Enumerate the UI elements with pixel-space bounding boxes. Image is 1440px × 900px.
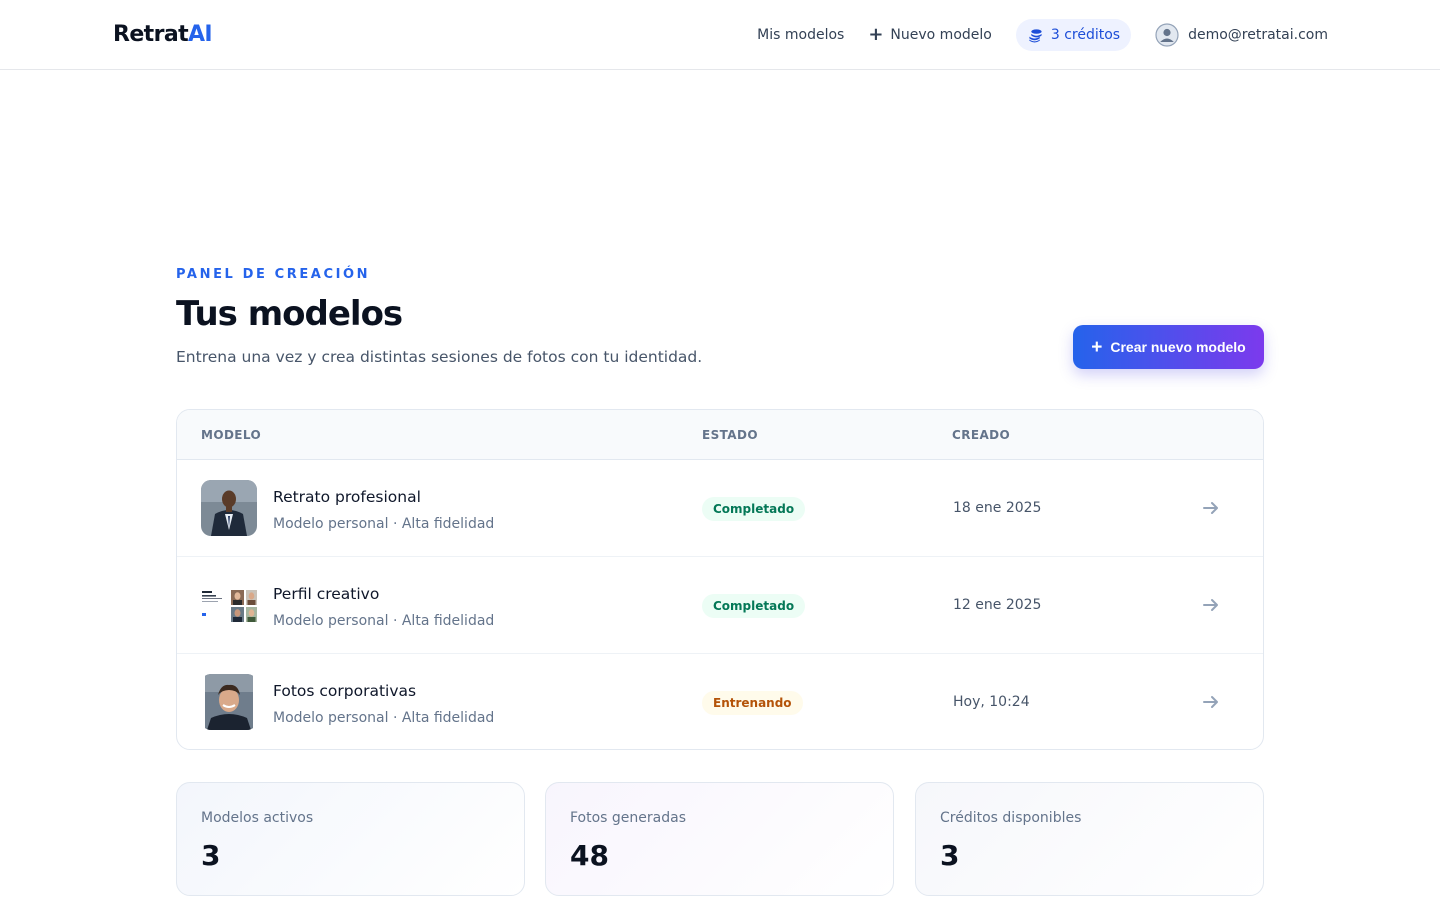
- model-name[interactable]: Retrato profesional: [273, 488, 421, 506]
- nav-mis-modelos[interactable]: Mis modelos: [757, 27, 844, 43]
- model-name[interactable]: Fotos corporativas: [273, 682, 416, 700]
- table-row[interactable]: Retrato profesional Modelo personal · Al…: [177, 460, 1263, 557]
- stat-label: Modelos activos: [201, 810, 314, 826]
- top-nav: Mis modelos + Nuevo modelo 3 créditos dem…: [757, 18, 1328, 52]
- model-thumbnail: [201, 480, 257, 536]
- model-name[interactable]: Perfil creativo: [273, 585, 379, 603]
- credits-label: 3 créditos: [1050, 27, 1121, 43]
- column-header-creado: CREADO: [952, 428, 1011, 442]
- nav-nuevo-modelo-label: Nuevo modelo: [890, 27, 992, 43]
- stat-value: 3: [201, 839, 221, 872]
- plus-icon: +: [868, 24, 884, 45]
- status-badge: Completado: [702, 594, 806, 618]
- column-header-estado: ESTADO: [702, 428, 758, 442]
- stat-label: Fotos generadas: [570, 810, 686, 826]
- stat-value: 48: [570, 839, 609, 872]
- status-badge: Entrenando: [702, 691, 803, 715]
- column-header-modelo: MODELO: [201, 428, 262, 442]
- logo-accent: AI: [188, 22, 213, 47]
- coins-icon: [1029, 28, 1042, 42]
- created-date: 12 ene 2025: [953, 597, 1042, 613]
- plus-icon: +: [1091, 336, 1103, 358]
- created-date: Hoy, 10:24: [953, 694, 1030, 710]
- created-date: 18 ene 2025: [953, 500, 1042, 516]
- top-header: RetratAI Mis modelos + Nuevo modelo 3 cré…: [0, 0, 1440, 70]
- collage-image: [201, 577, 257, 633]
- status-badge: Completado: [702, 497, 806, 521]
- stat-label: Créditos disponibles: [940, 810, 1082, 826]
- section-eyebrow: PANEL DE CREACIÓN: [176, 267, 371, 282]
- credits-badge[interactable]: 3 créditos: [1015, 19, 1132, 51]
- portrait-image: [201, 674, 257, 730]
- user-avatar-icon: [1155, 23, 1179, 47]
- logo-main: Retrat: [113, 22, 189, 47]
- create-model-button[interactable]: + Crear nuevo modelo: [1073, 325, 1264, 369]
- arrow-right-icon[interactable]: [1201, 595, 1221, 615]
- model-thumbnail: [201, 577, 257, 633]
- stat-card-fotos-generadas: Fotos generadas 48: [545, 782, 894, 896]
- stat-value: 3: [940, 839, 960, 872]
- table-row[interactable]: Perfil creativo Modelo personal · Alta f…: [177, 557, 1263, 654]
- user-menu[interactable]: demo@retratai.com: [1155, 23, 1328, 47]
- model-thumbnail: [201, 674, 257, 730]
- model-meta: Modelo personal · Alta fidelidad: [273, 710, 495, 726]
- page-subtitle: Entrena una vez y crea distintas sesione…: [176, 348, 703, 366]
- models-table: MODELO ESTADO CREADO Retrato profesional…: [176, 409, 1264, 750]
- nav-nuevo-modelo[interactable]: + Nuevo modelo: [868, 26, 992, 44]
- page-title: Tus modelos: [176, 294, 403, 334]
- model-meta: Modelo personal · Alta fidelidad: [273, 516, 495, 532]
- logo[interactable]: RetratAI: [113, 22, 213, 47]
- create-model-button-label: Crear nuevo modelo: [1110, 339, 1246, 355]
- user-email: demo@retratai.com: [1188, 27, 1328, 43]
- arrow-right-icon[interactable]: [1201, 692, 1221, 712]
- stat-card-creditos-disponibles: Créditos disponibles 3: [915, 782, 1264, 896]
- stat-card-modelos-activos: Modelos activos 3: [176, 782, 525, 896]
- table-row[interactable]: Fotos corporativas Modelo personal · Alt…: [177, 654, 1263, 749]
- arrow-right-icon[interactable]: [1201, 498, 1221, 518]
- portrait-image: [201, 480, 257, 536]
- table-header: MODELO ESTADO CREADO: [177, 410, 1263, 460]
- model-meta: Modelo personal · Alta fidelidad: [273, 613, 495, 629]
